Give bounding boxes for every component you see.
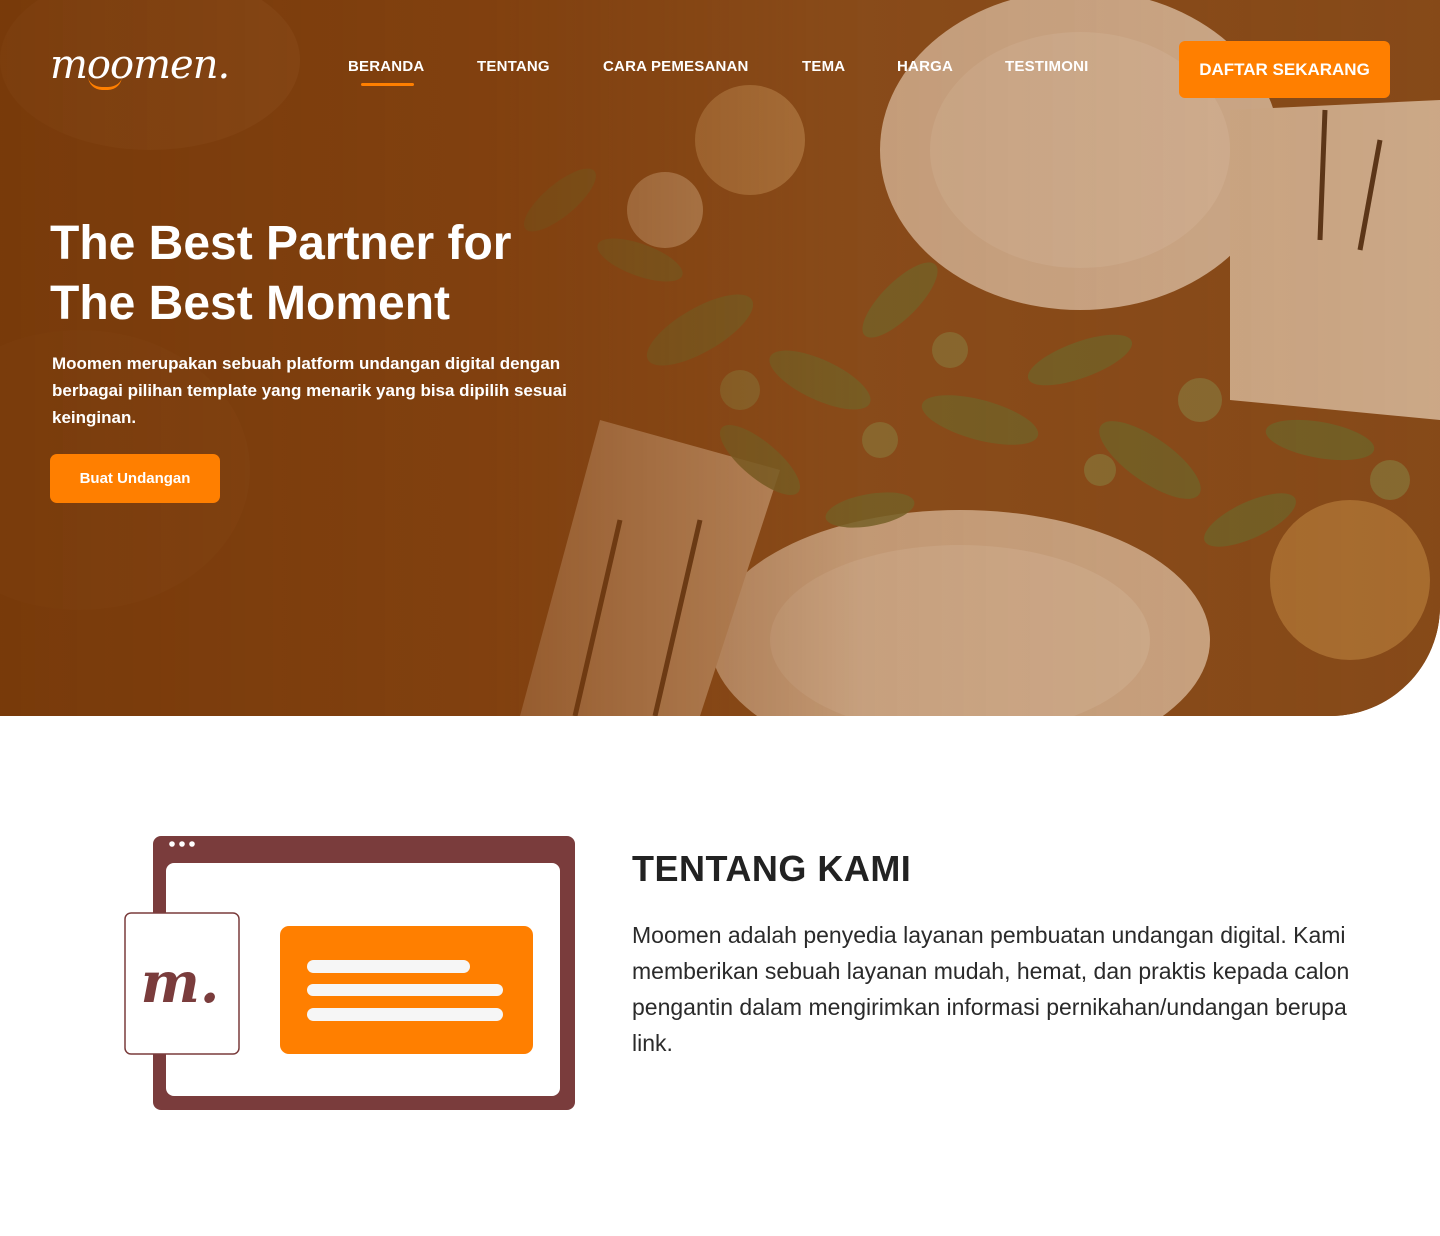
create-invitation-button[interactable]: Buat Undangan [50,454,220,503]
about-title: TENTANG KAMI [632,848,912,889]
illustration-mark: m. [141,950,220,1016]
register-button[interactable]: DAFTAR SEKARANG [1179,41,1390,98]
about-description: Moomen adalah penyedia layanan pembuatan… [632,922,1350,1056]
nav-item-tema[interactable]: TEMA [802,58,845,75]
nav-item-beranda[interactable]: BERANDA [348,58,424,75]
hero-description: Moomen merupakan sebuah platform undanga… [52,354,567,427]
nav-item-harga[interactable]: HARGA [897,58,953,75]
nav-item-cara-pemesanan[interactable]: CARA PEMESANAN [603,58,749,75]
hero-section: moomen. BERANDA TENTANG CARA PEMESANAN T… [0,0,1440,716]
nav-item-tentang[interactable]: TENTANG [477,58,550,75]
logo[interactable]: moomen. [50,42,230,88]
hero-title-line1: The Best Partner for [50,217,512,270]
invitation-illustration: m. [124,836,575,1110]
hero-title-line2: The Best Moment [50,277,451,330]
nav-item-testimoni[interactable]: TESTIMONI [1005,58,1088,75]
nav-active-indicator [361,83,414,86]
hero-title: The Best Partner for The Best Moment [50,214,670,334]
